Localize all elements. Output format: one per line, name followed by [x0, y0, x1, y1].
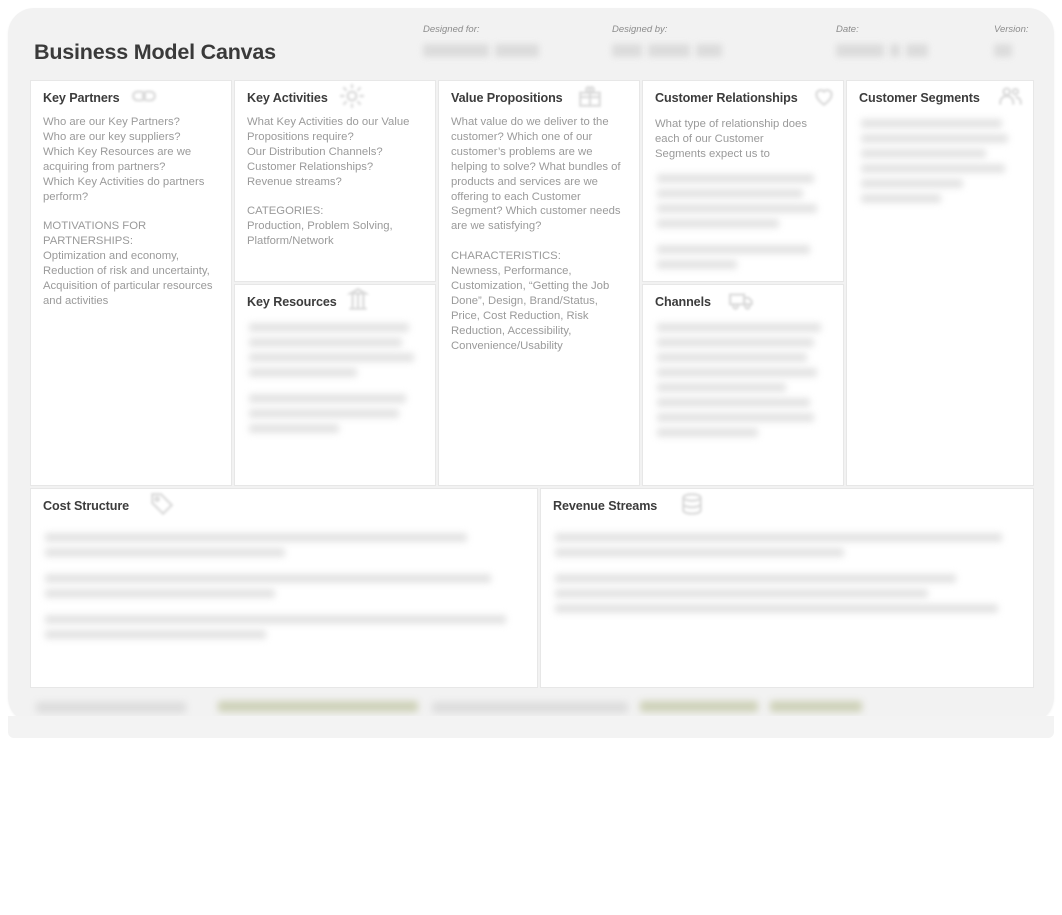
- designed-for-label: Designed for:: [423, 24, 480, 35]
- block-title: Channels: [655, 295, 711, 309]
- coins-icon: [679, 491, 705, 517]
- illegible-value-chip: [423, 44, 489, 57]
- block-header: Cost Structure: [31, 489, 537, 519]
- block-header: Channels: [643, 285, 843, 315]
- footer-accent-link[interactable]: [218, 701, 418, 712]
- canvas-shell: Business Model Canvas Designed for: Desi…: [8, 8, 1054, 723]
- page-title: Business Model Canvas: [34, 40, 276, 64]
- block-value-propositions[interactable]: Value Propositions What value do we deli…: [438, 80, 640, 486]
- block-key-partners[interactable]: Key Partners Who are our Key Partners? W…: [30, 80, 232, 486]
- block-header: Value Propositions: [439, 81, 639, 111]
- version-value[interactable]: [994, 44, 1029, 57]
- chain-links-icon: [131, 83, 157, 109]
- block-title: Revenue Streams: [553, 499, 658, 513]
- block-title: Customer Relationships: [655, 91, 798, 105]
- heart-icon: [811, 83, 837, 109]
- date-field[interactable]: Date:: [836, 24, 928, 57]
- illegible-value-chip: [612, 44, 642, 57]
- canvas-top-row: Key Partners Who are our Key Partners? W…: [30, 80, 1034, 486]
- version-field[interactable]: Version:: [994, 24, 1029, 57]
- block-body-illegible: [541, 519, 1033, 629]
- block-channels[interactable]: Channels: [642, 284, 844, 486]
- gift-box-icon: [577, 83, 603, 109]
- designed-by-label: Designed by:: [612, 24, 668, 35]
- designed-for-field[interactable]: Designed for:: [423, 24, 539, 57]
- block-body-text: What type of relationship does each of o…: [655, 118, 807, 160]
- illegible-value-chip: [648, 44, 690, 57]
- illegible-value-chip: [994, 44, 1012, 57]
- business-model-canvas-page: Business Model Canvas Designed for: Desi…: [0, 0, 1062, 915]
- footer-illegible-text: [36, 702, 186, 713]
- block-header: Revenue Streams: [541, 489, 1033, 519]
- block-body-illegible: [847, 111, 1033, 219]
- people-icon: [997, 83, 1023, 109]
- block-body-text: Who are our Key Partners? Who are our ke…: [43, 116, 213, 307]
- pillar-icon: [345, 287, 371, 313]
- canvas-bottom-strip: [8, 716, 1054, 738]
- block-header: Key Resources: [235, 285, 435, 315]
- block-header: Customer Segments: [847, 81, 1033, 111]
- designed-by-value[interactable]: [612, 44, 722, 57]
- footer-accent-link[interactable]: [770, 701, 862, 712]
- version-label: Version:: [994, 24, 1029, 35]
- block-title: Cost Structure: [43, 499, 130, 513]
- block-title: Key Partners: [43, 91, 120, 105]
- designed-for-value[interactable]: [423, 44, 539, 57]
- block-title: Customer Segments: [859, 91, 980, 105]
- block-title: Value Propositions: [451, 91, 563, 105]
- block-body-text: What Key Activities do our Value Proposi…: [247, 116, 410, 248]
- block-body-illegible: [31, 519, 537, 655]
- block-body-text: What value do we deliver to the customer…: [451, 116, 621, 352]
- gear-icon: [339, 83, 365, 109]
- price-tag-icon: [149, 491, 175, 517]
- canvas-header: Business Model Canvas Designed for: Desi…: [8, 8, 1054, 78]
- block-header: Key Activities: [235, 81, 435, 111]
- illegible-value-chip: [836, 44, 884, 57]
- illegible-value-chip: [495, 44, 539, 57]
- block-title: Key Resources: [247, 295, 337, 309]
- illegible-value-chip: [890, 44, 900, 57]
- date-label: Date:: [836, 24, 859, 35]
- block-key-activities[interactable]: Key Activities What Key Activities do ou…: [234, 80, 436, 282]
- block-header: Key Partners: [31, 81, 231, 111]
- block-customer-segments[interactable]: Customer Segments: [846, 80, 1034, 486]
- truck-icon: [729, 287, 755, 313]
- illegible-value-chip: [696, 44, 722, 57]
- block-customer-relationships[interactable]: Customer Relationships What type of rela…: [642, 80, 844, 282]
- illegible-value-chip: [906, 44, 928, 57]
- block-body-illegible: [643, 172, 843, 281]
- block-cost-structure[interactable]: Cost Structure: [30, 488, 538, 688]
- footer-accent-link[interactable]: [640, 701, 758, 712]
- date-value[interactable]: [836, 44, 928, 57]
- block-title: Key Activities: [247, 91, 328, 105]
- block-key-resources[interactable]: Key Resources: [234, 284, 436, 486]
- block-body-illegible: [643, 315, 843, 453]
- designed-by-field[interactable]: Designed by:: [612, 24, 722, 57]
- canvas-bottom-row: Cost Structure Revenue Streams: [30, 488, 1034, 688]
- block-body-illegible: [235, 315, 435, 449]
- block-header: Customer Relationships: [643, 81, 843, 111]
- footer-illegible-text: [432, 702, 628, 713]
- block-revenue-streams[interactable]: Revenue Streams: [540, 488, 1034, 688]
